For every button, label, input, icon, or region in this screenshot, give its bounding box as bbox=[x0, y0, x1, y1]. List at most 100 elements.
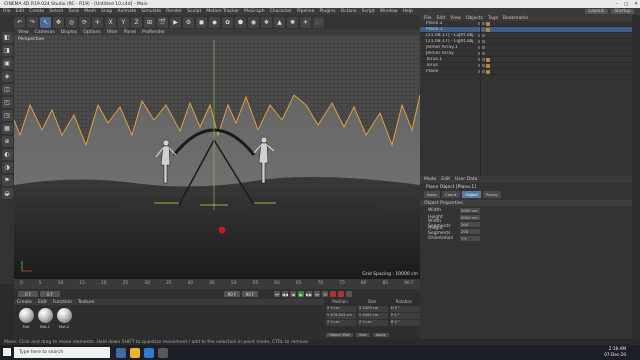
position-y-field[interactable]: Y 474.443 cm bbox=[326, 313, 356, 319]
bend-icon[interactable]: ◉ bbox=[248, 16, 259, 28]
next-key-icon[interactable]: ▶▶ bbox=[306, 291, 312, 297]
maximize-button[interactable]: □ bbox=[624, 2, 628, 7]
viewport-menu-options[interactable]: Options bbox=[83, 30, 100, 35]
redo-icon[interactable]: ↷ bbox=[27, 16, 38, 28]
menu-animate[interactable]: Animate bbox=[117, 9, 136, 14]
material-swatch[interactable]: Mat.2 bbox=[55, 308, 73, 334]
undo-icon[interactable]: ↶ bbox=[14, 16, 25, 28]
render-view-icon[interactable]: 🎬 bbox=[157, 16, 168, 28]
light-icon[interactable]: ☀ bbox=[300, 16, 311, 28]
viewport-menu-display[interactable]: Display bbox=[61, 30, 78, 35]
z-axis-lock-icon[interactable]: Z bbox=[131, 16, 142, 28]
viewport-menu-view[interactable]: View bbox=[18, 30, 29, 35]
system-clock[interactable]: 2:18 AM 07-Dec-20 bbox=[604, 346, 626, 358]
subdivision-icon[interactable]: ✿ bbox=[222, 16, 233, 28]
workplane-icon[interactable]: ◈ bbox=[1, 71, 13, 82]
menu-create[interactable]: Create bbox=[29, 9, 44, 14]
menu-character[interactable]: Character bbox=[270, 9, 292, 14]
render-picture-viewer-icon[interactable]: ▶ bbox=[170, 16, 181, 28]
material-swatch[interactable]: Mat.1 bbox=[36, 308, 54, 334]
material-tag-icon[interactable] bbox=[486, 69, 490, 74]
polygons-mode-icon[interactable]: ◳ bbox=[1, 110, 13, 121]
rotation-b-field[interactable]: B 0 ° bbox=[390, 320, 420, 326]
last-frame-icon[interactable]: ⏭ bbox=[314, 291, 320, 297]
material-menu-create[interactable]: Create bbox=[17, 300, 32, 305]
om-menu-edit[interactable]: Edit bbox=[437, 16, 446, 21]
snap-icon[interactable]: ⊕ bbox=[1, 136, 13, 147]
play-icon[interactable]: ▶ bbox=[298, 291, 304, 297]
height-segments-field[interactable]: 200 bbox=[460, 228, 480, 234]
y-axis-lock-icon[interactable]: Y bbox=[118, 16, 129, 28]
menu-edit[interactable]: Edit bbox=[16, 9, 25, 14]
model-mode-icon[interactable]: ◨ bbox=[1, 45, 13, 56]
om-menu-view[interactable]: View bbox=[450, 16, 461, 21]
width-segments-field[interactable]: 200 bbox=[460, 221, 480, 227]
environment-icon[interactable]: ❖ bbox=[261, 16, 272, 28]
viewport-menu-panel[interactable]: Panel bbox=[124, 30, 136, 35]
timeline-ruler[interactable]: 0 5 10 15 20 25 30 35 40 45 50 55 60 65 70 75 80 85 90 F bbox=[14, 279, 420, 289]
make-editable-icon[interactable]: ◧ bbox=[1, 32, 13, 43]
rotation-h-field[interactable]: H 0 ° bbox=[390, 306, 420, 312]
menu-plugins[interactable]: Plugins bbox=[319, 9, 335, 14]
lock-workplane-icon[interactable]: ⚑ bbox=[1, 175, 13, 186]
viewport-3d[interactable]: Perspective Grid Spacing : 10000 cm bbox=[14, 35, 420, 279]
orientation-select[interactable]: +Y bbox=[460, 235, 480, 241]
array-icon[interactable]: ⬟ bbox=[235, 16, 246, 28]
cinema4d-app-icon[interactable] bbox=[158, 347, 168, 358]
first-frame-icon[interactable]: ⏮ bbox=[274, 291, 280, 297]
size-z-field[interactable]: Z 0 cm bbox=[358, 320, 388, 326]
taskbar-search-input[interactable]: Type here to search bbox=[14, 347, 110, 358]
scale-icon[interactable]: ◎ bbox=[66, 16, 77, 28]
axis-mode-icon[interactable]: ▦ bbox=[1, 123, 13, 134]
start-frame-field[interactable]: 0 F bbox=[18, 291, 38, 297]
points-mode-icon[interactable]: ◫ bbox=[1, 84, 13, 95]
tab-coord[interactable]: Coord. bbox=[442, 191, 461, 198]
keyframe-selection-icon[interactable] bbox=[346, 291, 352, 297]
rotate-icon[interactable]: ⟳ bbox=[79, 16, 90, 28]
layout-select[interactable]: Startup bbox=[611, 9, 634, 14]
close-button[interactable]: ✕ bbox=[634, 2, 638, 7]
end-frame-field[interactable]: 90 F bbox=[224, 291, 240, 297]
preview-end-field[interactable]: 90 F bbox=[242, 291, 258, 297]
position-z-field[interactable]: Z 0 cm bbox=[326, 320, 356, 326]
viewport-menu-prorender[interactable]: ProRender bbox=[142, 30, 165, 35]
menu-tools[interactable]: Tools bbox=[68, 9, 79, 14]
windows-start-icon[interactable] bbox=[3, 348, 11, 356]
menu-script[interactable]: Script bbox=[362, 9, 375, 14]
material-tag-icon[interactable] bbox=[486, 57, 490, 62]
prev-key-icon[interactable]: ◀◀ bbox=[282, 291, 288, 297]
pen-icon[interactable]: ◆ bbox=[209, 16, 220, 28]
x-axis-lock-icon[interactable]: X bbox=[105, 16, 116, 28]
menu-simulate[interactable]: Simulate bbox=[141, 9, 161, 14]
width-field[interactable]: 2000 cm bbox=[460, 207, 480, 213]
material-menu-function[interactable]: Function bbox=[53, 300, 72, 305]
menu-pipeline[interactable]: Pipeline bbox=[297, 9, 315, 14]
menu-motion-tracker[interactable]: Motion Tracker bbox=[206, 9, 239, 14]
menu-sculpt[interactable]: Sculpt bbox=[187, 9, 201, 14]
floor-icon[interactable]: ▲ bbox=[274, 16, 285, 28]
menu-snap[interactable]: Snap bbox=[101, 9, 112, 14]
current-frame-field[interactable]: 0 F bbox=[40, 291, 60, 297]
coordinate-system-icon[interactable]: ⊞ bbox=[144, 16, 155, 28]
edges-mode-icon[interactable]: ◰ bbox=[1, 97, 13, 108]
cube-icon[interactable]: ◼ bbox=[196, 16, 207, 28]
menu-octane[interactable]: Octane bbox=[341, 9, 357, 14]
size-x-field[interactable]: X 2000 cm bbox=[358, 306, 388, 312]
prev-frame-icon[interactable]: ◀ bbox=[290, 291, 296, 297]
menu-file[interactable]: File bbox=[3, 9, 11, 14]
spline-icon[interactable]: ✺ bbox=[287, 16, 298, 28]
object-row[interactable]: Plane bbox=[420, 69, 632, 75]
size-y-field[interactable]: Y 2000 cm bbox=[358, 313, 388, 319]
task-view-icon[interactable] bbox=[116, 347, 126, 358]
object-properties-section[interactable]: Object Properties bbox=[420, 200, 632, 206]
loop-icon[interactable]: ⟲ bbox=[322, 291, 328, 297]
menu-select[interactable]: Select bbox=[49, 9, 63, 14]
viewport-menu-cameras[interactable]: Cameras bbox=[35, 30, 55, 35]
rotation-p-field[interactable]: P 0 ° bbox=[390, 313, 420, 319]
minimize-button[interactable]: – bbox=[616, 2, 618, 7]
material-tag-icon[interactable] bbox=[486, 27, 490, 32]
position-x-field[interactable]: X 0 cm bbox=[326, 306, 356, 312]
material-menu-edit[interactable]: Edit bbox=[38, 300, 47, 305]
apply-button[interactable]: Apply bbox=[372, 333, 389, 337]
tab-basic[interactable]: Basic bbox=[424, 191, 441, 198]
